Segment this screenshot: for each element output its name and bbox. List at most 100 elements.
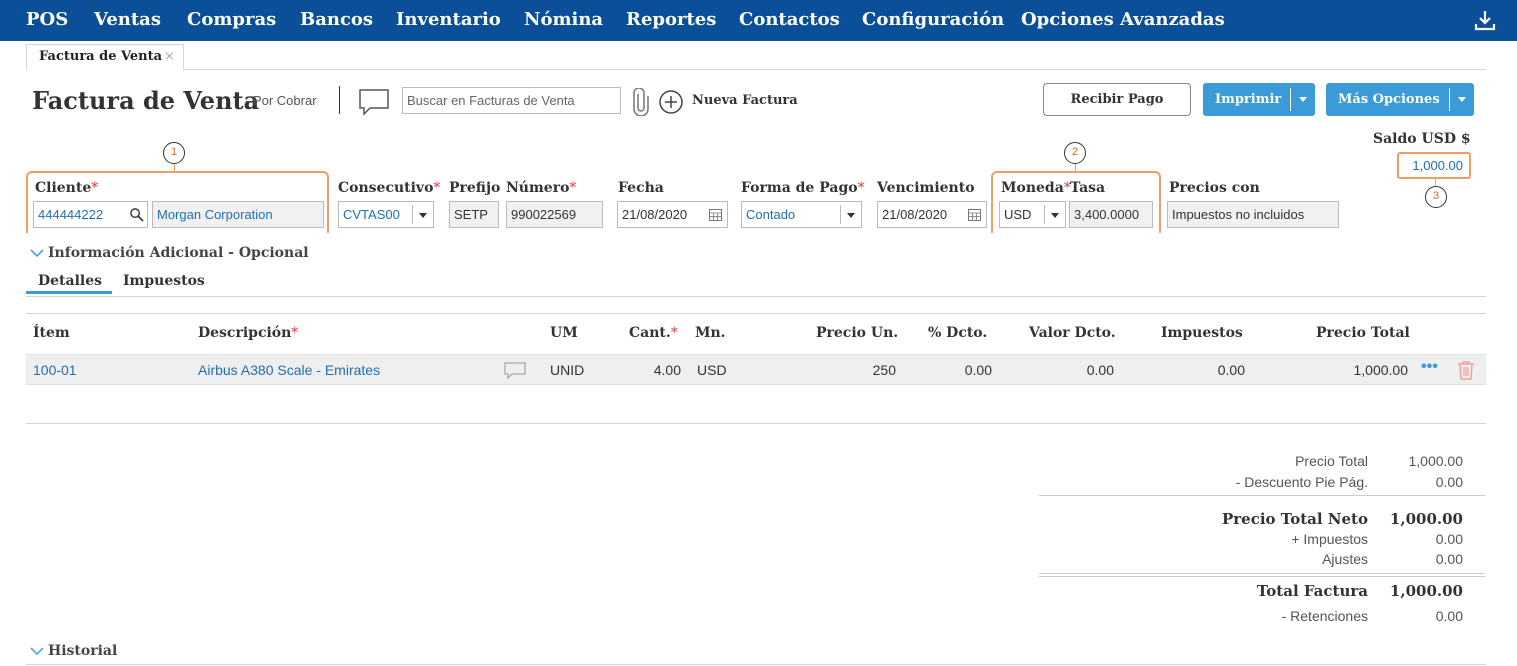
chevron-down-icon — [30, 647, 44, 656]
comment-icon[interactable] — [504, 362, 526, 380]
print-label: Imprimir — [1215, 92, 1282, 107]
divider — [1449, 88, 1450, 111]
column-cant: Cant.* — [629, 325, 678, 341]
balance-label: Saldo USD $ — [1373, 131, 1471, 147]
trash-icon[interactable] — [1457, 360, 1475, 380]
row-dcto-pct: 0.00 — [964, 362, 992, 378]
add-circle-icon[interactable] — [658, 89, 684, 115]
row-descripcion[interactable]: Airbus A380 Scale - Emirates — [198, 362, 380, 378]
print-button[interactable]: Imprimir — [1203, 83, 1315, 116]
marker-connector — [1075, 163, 1076, 171]
chevron-down-icon — [30, 249, 44, 258]
column-descripcion: Descripción* — [198, 325, 299, 341]
ajustes-value: 0.00 — [1435, 551, 1463, 567]
search-input[interactable]: Buscar en Facturas de Venta — [402, 87, 621, 114]
status-label: - Por Cobrar — [245, 93, 317, 108]
marker-connector — [174, 163, 175, 171]
tab-detalles[interactable]: Detalles — [26, 273, 113, 294]
column-mn: Mn. — [695, 325, 726, 341]
receive-payment-button[interactable]: Recibir Pago — [1043, 83, 1191, 116]
nav-inventario[interactable]: Inventario — [396, 9, 501, 30]
column-precio-un: Precio Un. — [816, 325, 899, 341]
column-um: UM — [550, 325, 578, 341]
new-invoice-button[interactable]: Nueva Factura — [692, 93, 798, 108]
close-icon[interactable]: × — [164, 49, 175, 64]
forma-pago-label: Forma de Pago* — [741, 180, 865, 196]
more-options-button[interactable]: Más Opciones — [1326, 83, 1474, 116]
row-um: UNID — [550, 362, 585, 378]
tasa-field[interactable]: 3,400.0000 — [1069, 201, 1153, 228]
chevron-down-icon[interactable] — [419, 213, 427, 218]
vencimiento-value: 21/08/2020 — [882, 207, 948, 222]
additional-info-toggle[interactable]: Información Adicional - Opcional — [30, 245, 309, 261]
total-factura-label: Total Factura — [1256, 582, 1368, 600]
vencimiento-label: Vencimiento — [877, 180, 975, 196]
moneda-select[interactable]: USD — [999, 201, 1066, 228]
moneda-value: USD — [1004, 207, 1032, 222]
nav-opciones-avanzadas[interactable]: Opciones Avanzadas — [1021, 9, 1225, 30]
nav-configuracion[interactable]: Configuración — [862, 9, 1004, 30]
column-item: Ítem — [33, 325, 70, 341]
document-tabbar: Factura de Venta × — [26, 42, 1486, 71]
row-mn: USD — [697, 362, 727, 378]
paperclip-icon[interactable] — [632, 88, 650, 116]
divider — [26, 313, 1486, 314]
calendar-icon[interactable] — [968, 209, 981, 221]
divider — [412, 205, 413, 224]
fecha-field[interactable]: 21/08/2020 — [617, 201, 728, 228]
divider — [339, 86, 340, 114]
row-item[interactable]: 100-01 — [33, 362, 77, 378]
more-icon[interactable]: ••• — [1421, 358, 1438, 376]
detail-tabs: Detalles Impuestos — [26, 270, 1486, 297]
nav-compras[interactable]: Compras — [187, 9, 276, 30]
nav-nomina[interactable]: Nómina — [524, 9, 603, 30]
cliente-id-value: 444444222 — [38, 207, 104, 222]
tab-impuestos[interactable]: Impuestos — [123, 273, 205, 289]
ajustes-label: Ajustes — [1322, 551, 1368, 567]
cliente-name-field[interactable]: Morgan Corporation — [152, 201, 324, 228]
nav-bancos[interactable]: Bancos — [300, 9, 373, 30]
divider — [26, 664, 1486, 665]
descuento-value: 0.00 — [1435, 474, 1463, 490]
chevron-down-icon[interactable] — [1051, 213, 1059, 218]
marker-2: 2 — [1064, 142, 1086, 164]
cliente-id-field[interactable]: 444444222 — [33, 201, 148, 228]
comment-icon[interactable] — [358, 88, 390, 116]
calendar-icon[interactable] — [709, 209, 722, 221]
nav-contactos[interactable]: Contactos — [739, 9, 840, 30]
historial-toggle[interactable]: Historial — [30, 643, 117, 659]
divider — [26, 423, 1486, 424]
divider — [1039, 495, 1485, 496]
search-icon[interactable] — [129, 207, 144, 222]
neto-label: Precio Total Neto — [1222, 510, 1368, 528]
impuestos-label: + Impuestos — [1291, 531, 1368, 547]
chevron-down-icon[interactable] — [847, 213, 855, 218]
nav-ventas[interactable]: Ventas — [94, 9, 161, 30]
balance-value: 1,000.00 — [1397, 152, 1471, 179]
consecutivo-value: CVTAS00 — [343, 207, 400, 222]
forma-pago-select[interactable]: Contado — [741, 201, 862, 228]
vencimiento-field[interactable]: 21/08/2020 — [877, 201, 987, 228]
tab-factura-de-venta[interactable]: Factura de Venta × — [26, 44, 184, 71]
impuestos-value: 0.00 — [1435, 531, 1463, 547]
precios-con-field: Impuestos no incluidos — [1167, 201, 1339, 228]
divider — [1044, 205, 1045, 224]
row-precio-total: 1,000.00 — [1353, 362, 1409, 378]
divider — [1290, 88, 1291, 111]
total-factura-value: 1,000.00 — [1389, 582, 1463, 600]
divider — [1039, 573, 1485, 574]
chevron-down-icon[interactable] — [1299, 97, 1307, 102]
nav-reportes[interactable]: Reportes — [626, 9, 716, 30]
row-precio-un: 250 — [872, 362, 896, 378]
tab-label: Factura de Venta — [39, 49, 163, 64]
column-impuestos: Impuestos — [1161, 325, 1243, 341]
historial-label: Historial — [48, 643, 118, 659]
nav-pos[interactable]: POS — [26, 9, 68, 30]
moneda-label: Moneda* — [1001, 180, 1071, 196]
chevron-down-icon[interactable] — [1458, 97, 1466, 102]
tasa-label: Tasa — [1070, 180, 1106, 196]
column-dcto-pct: % Dcto. — [928, 325, 988, 341]
numero-field[interactable]: 990022569 — [506, 201, 603, 228]
consecutivo-select[interactable]: CVTAS00 — [338, 201, 434, 228]
download-icon[interactable] — [1473, 8, 1497, 32]
